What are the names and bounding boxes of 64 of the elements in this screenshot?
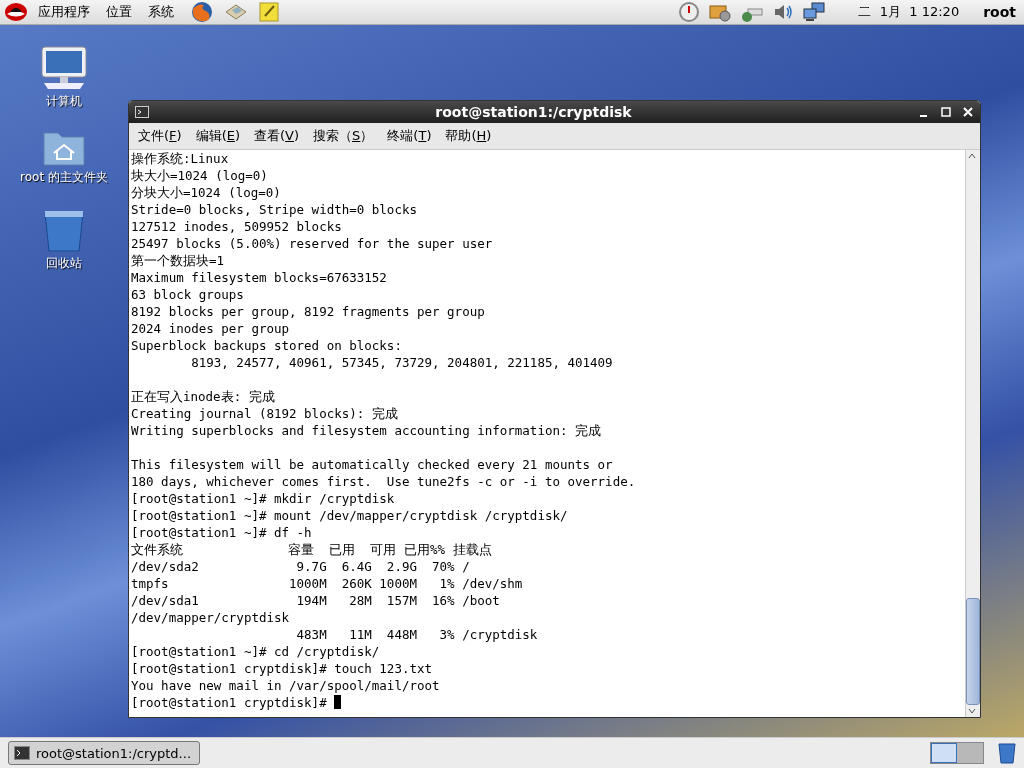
terminal-line: 127512 inodes, 509952 blocks (131, 218, 343, 235)
menu-item[interactable]: 帮助(H) (440, 127, 497, 145)
terminal-line: 8193, 24577, 40961, 57345, 73729, 204801, 221185, 401409 (190, 354, 614, 371)
terminal-line: /dev/sda1 194M 28M 157M 16% /boot (131, 592, 501, 609)
terminal-line: 第一个数据块=1 (131, 252, 226, 269)
terminal-line: 块大小=1024 (log=0) (131, 167, 269, 184)
trash-icon[interactable] (43, 209, 85, 253)
window-title: root@station1:/cryptdisk (434, 104, 633, 120)
panel-menu[interactable]: 应用程序 (32, 3, 96, 21)
scrollbar[interactable] (965, 150, 980, 717)
desktop-icon-label[interactable]: 计算机 (46, 93, 82, 110)
terminal-line: 分块大小=1024 (log=0) (131, 184, 282, 201)
terminal-icon (14, 746, 30, 760)
desktop-icon-label[interactable]: root 的主文件夹 (20, 169, 108, 186)
menu-item[interactable]: 搜索（S） (308, 127, 379, 145)
terminal-line: You have new mail in /var/spool/mail/root (131, 677, 441, 694)
scrollbar-thumb[interactable] (966, 598, 980, 705)
terminal-line: Stride=0 blocks, Stripe width=0 blocks (131, 201, 418, 218)
panel-menu[interactable]: 位置 (100, 3, 138, 21)
terminal-line: [root@station1 ~]# mkdir /cryptdisk (131, 490, 396, 507)
envelope-icon[interactable] (224, 2, 248, 22)
panel-user[interactable]: root (983, 4, 1016, 20)
maximize-icon[interactable] (940, 106, 952, 118)
menu-item[interactable]: 文件(F) (133, 127, 187, 145)
terminal-line: 8192 blocks per group, 8192 fragments per group (131, 303, 486, 320)
clock-dial-icon[interactable] (678, 1, 701, 23)
terminal-line: /dev/mapper/cryptdisk (131, 609, 291, 626)
terminal-line: Superblock backups stored on blocks: (131, 337, 403, 354)
taskbar-button[interactable]: root@station1:/cryptd... (8, 741, 200, 765)
terminal-line: [root@station1 ~]# df -h (131, 524, 313, 541)
globe-icon[interactable] (190, 1, 214, 23)
notepad-icon[interactable] (258, 1, 280, 23)
network-computers-icon[interactable] (802, 1, 827, 23)
terminal-line: 正在写入inode表: 完成 (131, 388, 276, 405)
terminal-line: 25497 blocks (5.00%) reserved for the super user (131, 235, 494, 252)
terminal-line: 483M 11M 448M 3% /cryptdisk (295, 626, 539, 643)
terminal-line: 操作系统:Linux (131, 150, 230, 167)
terminal-line: tmpfs 1000M 260K 1000M 1% /dev/shm (131, 575, 524, 592)
terminal-line: [root@station1 ~]# mount /dev/mapper/cryptdisk /cryptdisk/ (131, 507, 569, 524)
trash-icon[interactable] (998, 742, 1016, 764)
panel-menu[interactable]: 系统 (142, 3, 180, 21)
menu-item[interactable]: 查看(V) (249, 127, 305, 145)
panel-clock[interactable]: 二 1月 1 12:20 (858, 3, 960, 21)
terminal-line: 文件系统 容量 已用 可用 已用%% 挂载点 (131, 541, 493, 558)
terminal-line: /dev/sda2 9.7G 6.4G 2.9G 70% / (131, 558, 471, 575)
workspace-switcher[interactable] (931, 743, 957, 763)
terminal-line: This filesystem will be automatically checked every 21 mounts or (131, 456, 614, 473)
hat-logo-icon[interactable] (4, 2, 28, 22)
terminal-line: [root@station1 cryptdisk]# (131, 694, 963, 711)
terminal-icon (135, 106, 149, 118)
terminal-line: Maximum filesystem blocks=67633152 (131, 269, 388, 286)
desktop-icon-label[interactable]: 回收站 (46, 255, 82, 272)
menu-item[interactable]: 终端(T) (382, 127, 437, 145)
terminal-line: Creating journal (8192 blocks): 完成 (131, 405, 399, 422)
terminal-line: [root@station1 ~]# cd /cryptdisk/ (131, 643, 381, 660)
close-icon[interactable] (962, 106, 974, 118)
terminal-line: 2024 inodes per group (131, 320, 291, 337)
menu-item[interactable]: 编辑(E) (190, 127, 245, 145)
terminal-line: 63 block groups (131, 286, 245, 303)
terminal-line: 180 days, whichever comes first. Use tune2fs -c or -i to override. (131, 473, 637, 490)
terminal-line: Writing superblocks and filesystem accounting information: 完成 (131, 422, 602, 439)
workspace-switcher[interactable] (957, 743, 983, 763)
computer-icon[interactable] (40, 45, 88, 91)
terminal-line: [root@station1 cryptdisk]# touch 123.txt (131, 660, 434, 677)
